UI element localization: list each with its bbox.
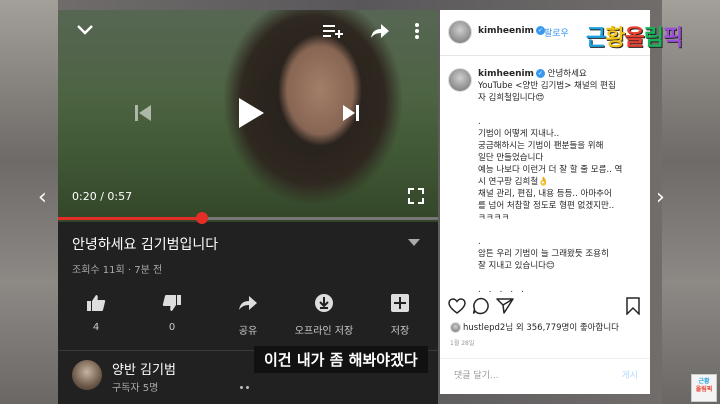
play-icon[interactable] — [236, 96, 266, 130]
comment-placeholder[interactable]: 댓글 달기... — [454, 368, 499, 381]
progress-knob[interactable] — [196, 212, 209, 224]
caption-username[interactable]: kimheenim — [478, 69, 534, 79]
next-video-icon[interactable] — [342, 104, 360, 122]
instagram-avatar[interactable] — [448, 20, 472, 44]
caption-avatar[interactable] — [448, 68, 472, 92]
heart-icon[interactable] — [448, 298, 466, 314]
fullscreen-icon[interactable] — [408, 188, 424, 204]
caption-line: YouTube <양반 김기범> 채널의 편집 — [478, 81, 616, 91]
caption-line: 궁금해하시는 기범이 팬분들을 위해 — [478, 141, 604, 151]
caption-line — [478, 224, 638, 236]
add-to-playlist-icon — [391, 294, 409, 312]
background-right-strip — [662, 0, 720, 404]
bookmark-icon[interactable] — [626, 297, 640, 315]
caption-line: ㅋㅋㅋㅋ — [478, 213, 510, 223]
more-options-icon[interactable] — [414, 22, 420, 40]
background-left-strip — [0, 0, 58, 404]
dislike-button[interactable]: 0 — [137, 292, 207, 337]
caption-line: 채널 관리, 편집, 내용 등등.. 아마추어 — [478, 189, 612, 199]
share-icon — [239, 296, 257, 310]
video-title: 안녕하세요 김기범입니다 — [72, 237, 219, 253]
small-logo-line2: 올림픽 — [695, 386, 713, 393]
logo-char: 근 — [586, 26, 606, 51]
carousel-dots — [240, 374, 252, 393]
time-current: 0:20 — [72, 190, 97, 203]
video-meta: 조회수 11회 · 7분 전 — [72, 265, 163, 276]
caption-line: 암튼 우리 기범이 늘 그래왔듯 조용히 — [478, 249, 609, 259]
video-player[interactable]: 0:20 / 0:57 — [58, 10, 438, 222]
send-icon[interactable] — [496, 298, 514, 314]
caption-line: 예능 나보다 이런거 더 잘 할 줄 모름.. 역 — [478, 165, 623, 175]
action-row: 4 0 공유 오프라인 저장 저장 — [58, 292, 438, 337]
caption-line: . — [478, 117, 481, 127]
previous-video-icon[interactable] — [134, 104, 152, 122]
share-label: 공유 — [238, 326, 258, 337]
instagram-post: kimheenim ✓ 팔로우 kimheenim ✓ 안녕하세요 YouTube … — [440, 10, 650, 394]
caption-line: . . . . . — [478, 285, 524, 295]
header-username[interactable]: kimheenim ✓ — [478, 26, 545, 36]
progress-bar[interactable] — [58, 212, 438, 224]
likes-summary: hustlepd2님 외 356,779명이 좋아합니다 — [450, 321, 619, 333]
progress-fill — [58, 217, 203, 220]
prev-arrow-icon[interactable]: ‹ — [38, 185, 47, 210]
channel-logo-small: 근황 올림픽 — [691, 374, 717, 402]
caption-verified-badge-icon: ✓ — [535, 69, 545, 78]
post-date: 1월 28일 — [450, 340, 475, 347]
caption-line: 자 김희철입니다😍 — [478, 93, 545, 103]
add-to-queue-icon[interactable] — [322, 22, 344, 40]
expand-description-icon[interactable] — [408, 239, 420, 247]
download-label: 오프라인 저장 — [294, 326, 354, 337]
comment-icon[interactable] — [472, 297, 490, 315]
time-total: 0:57 — [107, 190, 133, 203]
youtube-phone-screen: 0:20 / 0:57 안녕하세요 김기범입니다 조회수 11회 · 7분 전 … — [58, 10, 438, 404]
small-logo-line1: 근황 — [698, 378, 710, 385]
channel-name[interactable]: 양반 김기범 — [112, 359, 176, 378]
thumb-up-icon — [87, 295, 106, 311]
caption-author-line: kimheenim ✓ 안녕하세요 — [478, 68, 638, 80]
save-label: 저장 — [390, 326, 410, 337]
thumb-down-icon — [162, 295, 181, 311]
caption-line: . — [478, 237, 481, 247]
caption-line — [478, 272, 638, 284]
caption-line: 시 연구팡 김희철👌 — [478, 177, 549, 187]
time-separator: / — [96, 190, 108, 203]
caption-line: 를 넘어 처참할 정도로 형편 없겠지만.. — [478, 201, 615, 211]
caption-line: 일단 만들었습니다 — [478, 153, 544, 163]
comment-box[interactable]: 댓글 달기... 게시 — [440, 358, 650, 394]
caption-line — [478, 104, 638, 116]
post-caption: kimheenim ✓ 안녕하세요 YouTube <양반 김기범> 채널의 편집… — [478, 68, 638, 296]
follow-button[interactable]: 팔로우 — [544, 26, 569, 39]
logo-char: 황 — [605, 26, 625, 51]
comment-post-button[interactable]: 게시 — [621, 368, 638, 381]
like-button[interactable]: 4 — [61, 292, 131, 337]
likes-text: hustlepd2님 외 356,779명이 좋아합니다 — [463, 323, 619, 333]
save-button[interactable]: 저장 — [365, 292, 435, 337]
like-count: 4 — [92, 322, 100, 333]
time-display: 0:20 / 0:57 — [72, 190, 132, 203]
caption-line: 잘 지내고 있습니다😊 — [478, 261, 555, 271]
share-button[interactable]: 공유 — [213, 292, 283, 337]
liker-avatar — [450, 322, 461, 333]
channel-logo: 근황올림픽 — [586, 20, 683, 52]
logo-char: 림 — [643, 26, 664, 51]
logo-char: 올 — [624, 26, 645, 51]
instagram-action-icons — [448, 296, 644, 316]
caption-line: 안녕하세요 — [547, 69, 587, 79]
channel-subscribers: 구독자 5명 — [112, 383, 159, 394]
channel-avatar[interactable] — [72, 360, 102, 390]
logo-char: 픽 — [663, 26, 683, 51]
dislike-count: 0 — [168, 322, 176, 333]
collapse-icon[interactable] — [76, 24, 94, 36]
caption-line: 기범이 어떻게 지내나.. — [478, 129, 560, 139]
download-icon — [315, 294, 333, 312]
next-arrow-icon[interactable]: › — [656, 185, 665, 210]
share-video-icon[interactable] — [370, 22, 390, 40]
video-subtitle: 이건 내가 좀 해봐야겠다 — [254, 346, 428, 373]
download-button[interactable]: 오프라인 저장 — [289, 292, 359, 337]
